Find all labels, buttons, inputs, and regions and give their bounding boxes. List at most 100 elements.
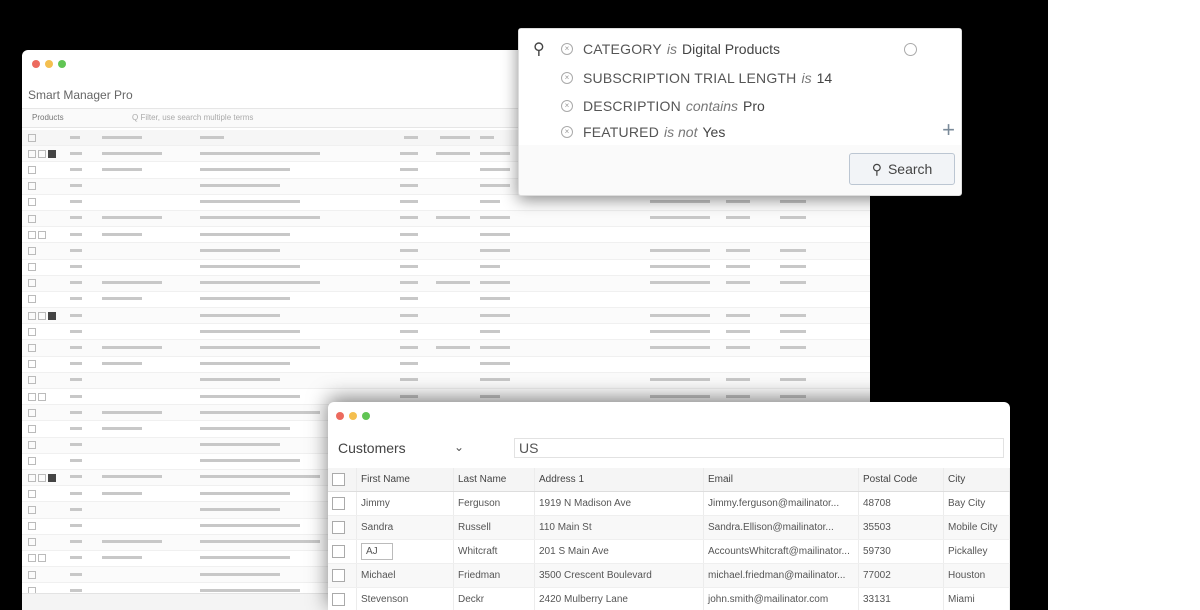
- row-checkbox[interactable]: [28, 246, 36, 255]
- close-window-button[interactable]: [336, 412, 344, 420]
- row-checkbox[interactable]: [332, 569, 345, 582]
- cell-city[interactable]: Pickalley: [943, 539, 1010, 564]
- column-header[interactable]: Postal Code: [858, 468, 944, 492]
- cell-first-name-editor[interactable]: AJ: [361, 543, 393, 560]
- row-checkbox[interactable]: [332, 545, 345, 558]
- row-checkbox[interactable]: [332, 593, 345, 606]
- cell-address[interactable]: 3500 Crescent Boulevard: [534, 563, 704, 588]
- cell-address[interactable]: 1919 N Madison Ave: [534, 491, 704, 516]
- filter-token[interactable]: × DESCRIPTION contains Pro: [561, 98, 765, 114]
- entity-select[interactable]: Customers: [338, 440, 406, 456]
- cell-last-name[interactable]: Friedman: [453, 563, 535, 588]
- row-checkbox[interactable]: [28, 327, 36, 336]
- table-row[interactable]: [22, 292, 870, 309]
- row-checkbox[interactable]: [28, 538, 36, 547]
- remove-filter-icon[interactable]: ×: [561, 43, 573, 55]
- cell-first-name[interactable]: Jimmy: [356, 491, 454, 516]
- zoom-window-button[interactable]: [362, 412, 370, 420]
- row-checkbox[interactable]: [28, 457, 36, 466]
- cell-first-name[interactable]: Sandra: [356, 515, 454, 540]
- add-filter-icon[interactable]: +: [942, 119, 955, 141]
- cell-last-name[interactable]: Ferguson: [453, 491, 535, 516]
- cell-city[interactable]: Miami: [943, 587, 1010, 610]
- select-all-checkbox[interactable]: [332, 473, 345, 486]
- table-row[interactable]: [22, 243, 870, 260]
- customers-search-input[interactable]: US: [514, 438, 1004, 458]
- row-checkbox[interactable]: [332, 521, 345, 534]
- row-checkbox[interactable]: [28, 441, 36, 450]
- tab-products[interactable]: Products: [32, 113, 64, 122]
- table-row[interactable]: Stevenson Deckr 2420 Mulberry Lane john.…: [328, 587, 1010, 610]
- row-checkbox[interactable]: [28, 263, 36, 272]
- cell-email[interactable]: AccountsWhitcraft@mailinator...: [703, 539, 859, 564]
- row-checkbox[interactable]: [28, 279, 36, 288]
- select-all-checkbox[interactable]: [28, 133, 36, 142]
- row-checkbox[interactable]: [28, 230, 36, 239]
- table-row[interactable]: [22, 372, 870, 389]
- cell-last-name[interactable]: Russell: [453, 515, 535, 540]
- row-checkbox[interactable]: [28, 473, 36, 482]
- row-checkbox[interactable]: [28, 489, 36, 498]
- row-checkbox[interactable]: [28, 344, 36, 353]
- filter-token[interactable]: × SUBSCRIPTION TRIAL LENGTH is 14: [561, 70, 832, 86]
- cell-postal-code[interactable]: 48708: [858, 491, 944, 516]
- row-checkbox[interactable]: [28, 214, 36, 223]
- table-row[interactable]: Michael Friedman 3500 Crescent Boulevard…: [328, 563, 1010, 588]
- row-checkbox[interactable]: [28, 149, 36, 158]
- cell-postal-code[interactable]: 35503: [858, 515, 944, 540]
- cell-email[interactable]: Sandra.Ellison@mailinator...: [703, 515, 859, 540]
- back-search-input[interactable]: Q Filter, use search multiple terms: [132, 113, 253, 122]
- row-checkbox[interactable]: [332, 497, 345, 510]
- table-row[interactable]: [22, 260, 870, 276]
- close-window-button[interactable]: [32, 60, 40, 68]
- row-checkbox[interactable]: [28, 570, 36, 579]
- clear-filters-icon[interactable]: [904, 43, 917, 56]
- table-row[interactable]: [22, 195, 870, 211]
- zoom-window-button[interactable]: [58, 60, 66, 68]
- cell-first-name[interactable]: Stevenson: [356, 587, 454, 610]
- row-checkbox[interactable]: [28, 198, 36, 207]
- column-header[interactable]: Email: [703, 468, 859, 492]
- column-header[interactable]: City: [943, 468, 1010, 492]
- cell-email[interactable]: john.smith@mailinator.com: [703, 587, 859, 610]
- row-checkbox[interactable]: [28, 392, 36, 401]
- filter-token[interactable]: × FEATURED is not Yes: [561, 124, 725, 140]
- row-checkbox[interactable]: [28, 505, 36, 514]
- table-row[interactable]: [22, 210, 870, 228]
- row-checkbox[interactable]: [28, 376, 36, 385]
- remove-filter-icon[interactable]: ×: [561, 100, 573, 112]
- cell-last-name[interactable]: Deckr: [453, 587, 535, 610]
- cell-city[interactable]: Bay City: [943, 491, 1010, 516]
- row-checkbox[interactable]: [28, 311, 36, 320]
- cell-last-name[interactable]: Whitcraft: [453, 539, 535, 564]
- table-row[interactable]: [22, 308, 870, 325]
- column-header[interactable]: Last Name: [453, 468, 535, 492]
- table-row[interactable]: [22, 340, 870, 357]
- search-button[interactable]: ⚲ Search: [849, 153, 955, 185]
- cell-email[interactable]: Jimmy.ferguson@mailinator...: [703, 491, 859, 516]
- row-checkbox[interactable]: [28, 182, 36, 191]
- row-checkbox[interactable]: [28, 522, 36, 531]
- remove-filter-icon[interactable]: ×: [561, 72, 573, 84]
- cell-postal-code[interactable]: 33131: [858, 587, 944, 610]
- row-checkbox[interactable]: [28, 408, 36, 417]
- filter-token[interactable]: × CATEGORY is Digital Products: [561, 41, 780, 57]
- remove-filter-icon[interactable]: ×: [561, 126, 573, 138]
- row-checkbox[interactable]: [28, 295, 36, 304]
- minimize-window-button[interactable]: [349, 412, 357, 420]
- table-row[interactable]: Sandra Russell 110 Main St Sandra.Elliso…: [328, 515, 1010, 540]
- cell-city[interactable]: Houston: [943, 563, 1010, 588]
- cell-address[interactable]: 110 Main St: [534, 515, 704, 540]
- cell-first-name[interactable]: Michael: [356, 563, 454, 588]
- cell-address[interactable]: 2420 Mulberry Lane: [534, 587, 704, 610]
- table-row[interactable]: [22, 324, 870, 341]
- table-row[interactable]: [22, 357, 870, 373]
- table-row[interactable]: AJ Whitcraft 201 S Main Ave AccountsWhit…: [328, 539, 1010, 564]
- cell-address[interactable]: 201 S Main Ave: [534, 539, 704, 564]
- row-checkbox[interactable]: [28, 165, 36, 174]
- column-header[interactable]: Address 1: [534, 468, 704, 492]
- table-row[interactable]: [22, 227, 870, 244]
- cell-city[interactable]: Mobile City: [943, 515, 1010, 540]
- table-row[interactable]: Jimmy Ferguson 1919 N Madison Ave Jimmy.…: [328, 491, 1010, 516]
- minimize-window-button[interactable]: [45, 60, 53, 68]
